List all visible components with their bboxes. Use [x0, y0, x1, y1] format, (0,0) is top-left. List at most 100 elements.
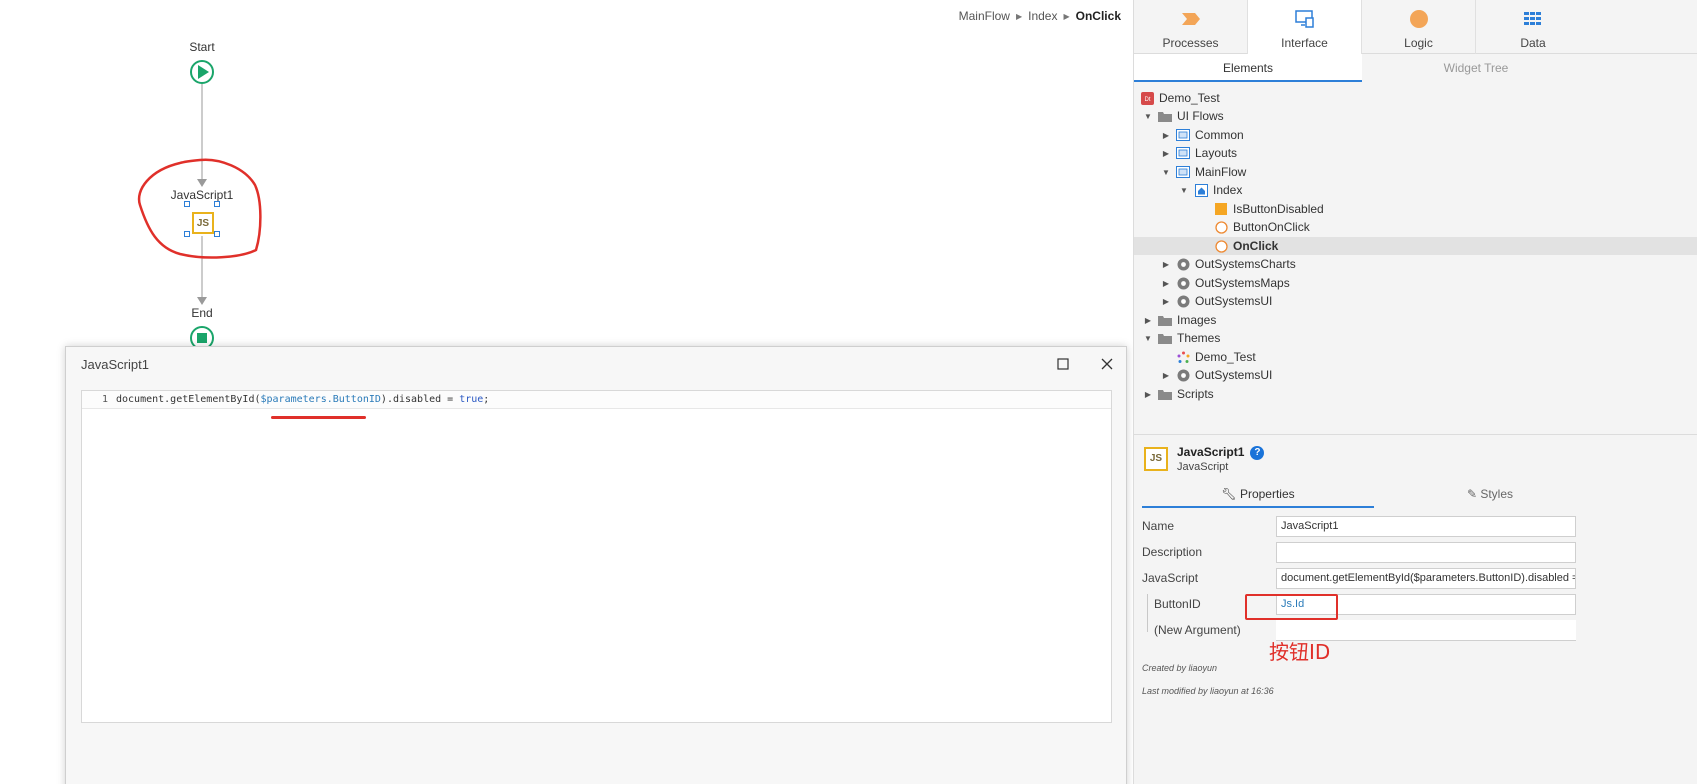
tab-label: Logic: [1404, 36, 1433, 50]
annotation-circle: [137, 158, 262, 259]
tree-item-label: Demo_Test: [1195, 350, 1256, 364]
tree-item-images[interactable]: ▶ Images: [1134, 311, 1697, 329]
caret-right-icon[interactable]: ▶: [1142, 390, 1154, 399]
caret-down-icon[interactable]: ▼: [1160, 168, 1172, 177]
tree-item-label: OutSystemsUI: [1195, 368, 1273, 382]
tree-item-label: OnClick: [1233, 239, 1279, 253]
tree-item-buttononclick[interactable]: ButtonOnClick: [1134, 218, 1697, 236]
tab-properties[interactable]: 🔧︎ Properties: [1142, 482, 1374, 508]
selection-handle[interactable]: [214, 231, 220, 237]
caret-right-icon[interactable]: ▶: [1160, 131, 1172, 140]
property-row-javascript: JavaScript document.getElementById($para…: [1142, 566, 1697, 590]
tab-label: Processes: [1162, 36, 1219, 50]
property-row-new-argument: (New Argument): [1142, 618, 1697, 642]
maximize-button[interactable]: [1052, 353, 1074, 375]
tree-item-common[interactable]: ▶ Common: [1134, 126, 1697, 144]
start-node-icon[interactable]: [190, 60, 214, 84]
tree-item-onclick[interactable]: OnClick: [1134, 237, 1697, 255]
theme-icon: [1176, 350, 1190, 364]
tree-item-label: OutSystemsMaps: [1195, 276, 1290, 290]
tree-item-label: Themes: [1177, 331, 1221, 345]
tree-item-label: OutSystemsUI: [1195, 294, 1273, 308]
tab-interface[interactable]: Interface: [1248, 0, 1362, 55]
caret-right-icon[interactable]: ▶: [1160, 297, 1172, 306]
tab-label: Interface: [1281, 36, 1328, 50]
tree-item-label: Common: [1195, 128, 1244, 142]
panel-divider: [1134, 434, 1697, 435]
tree-item-label: Layouts: [1195, 146, 1238, 160]
flow-canvas[interactable]: MainFlow ▶ Index ▶ OnClick Start JavaScr…: [0, 0, 1133, 784]
property-row-name: Name JavaScript1: [1142, 514, 1697, 538]
property-row-buttonid: ButtonID Js.Id: [1142, 592, 1697, 616]
annotation-text: 按钮ID: [1269, 640, 1331, 664]
tree-item-layouts[interactable]: ▶ Layouts: [1134, 144, 1697, 162]
property-label: Description: [1142, 545, 1203, 559]
modified-by-text: Last modified by liaoyun at 16:36: [1142, 686, 1274, 696]
code-line[interactable]: 1 document.getElementById($parameters.But…: [82, 391, 1111, 409]
folder-icon: [1158, 313, 1172, 327]
tree-item-ui-flows[interactable]: ▼ UI Flows: [1134, 107, 1697, 125]
tree-item-module[interactable]: Dt Demo_Test: [1134, 89, 1697, 107]
caret-right-icon[interactable]: ▶: [1142, 316, 1154, 325]
tree-item-outsystemsmaps[interactable]: ▶ OutSystemsMaps: [1134, 274, 1697, 292]
help-icon[interactable]: ?: [1250, 445, 1265, 460]
caret-right-icon[interactable]: ▶: [1160, 149, 1172, 158]
tree-item-themes[interactable]: ▼ Themes: [1134, 329, 1697, 347]
tab-logic[interactable]: Logic: [1362, 0, 1476, 54]
caret-right-icon[interactable]: ▶: [1160, 279, 1172, 288]
tree-item-theme-demo-test[interactable]: Demo_Test: [1134, 348, 1697, 366]
interface-icon: [1294, 8, 1316, 30]
tree-item-label: OutSystemsCharts: [1195, 257, 1296, 271]
tree-item-index[interactable]: ▼ Index: [1134, 181, 1697, 199]
connector-arrow-icon: [197, 297, 207, 305]
property-row-description: Description: [1142, 540, 1697, 564]
property-tabs: 🔧︎ Properties ✎ Styles: [1142, 482, 1697, 508]
javascript-node-icon[interactable]: JS: [192, 212, 214, 234]
folder-icon: [1158, 331, 1172, 345]
connector-arrow-icon: [197, 179, 207, 187]
tree-item-label: Index: [1213, 183, 1243, 197]
tree-item-scripts[interactable]: ▶ Scripts: [1134, 385, 1697, 403]
selection-handle[interactable]: [184, 201, 190, 207]
selected-element-header: JS JavaScript1? JavaScript: [1144, 445, 1265, 473]
dialog-title: JavaScript1: [81, 357, 149, 372]
wrench-icon: 🔧︎: [1221, 487, 1240, 501]
tree-item-label: MainFlow: [1195, 165, 1247, 179]
close-button[interactable]: [1096, 353, 1118, 375]
tree-item-label: Scripts: [1177, 387, 1214, 401]
tab-data[interactable]: Data: [1476, 0, 1590, 54]
element-type: JavaScript: [1177, 460, 1229, 473]
tree-item-mainflow[interactable]: ▼ MainFlow: [1134, 163, 1697, 181]
tab-widget-tree[interactable]: Widget Tree: [1362, 54, 1590, 82]
caret-right-icon[interactable]: ▶: [1160, 371, 1172, 380]
name-input[interactable]: JavaScript1: [1276, 516, 1576, 537]
tree-item-isbuttondisabled[interactable]: IsButtonDisabled: [1134, 200, 1697, 218]
created-by-text: Created by liaoyun: [1142, 663, 1218, 673]
start-node-label: Start: [189, 40, 215, 54]
code-text: document.getElementById(: [116, 394, 261, 405]
folder-icon: [1158, 387, 1172, 401]
caret-down-icon[interactable]: ▼: [1178, 186, 1190, 195]
tree-item-outsystemscharts[interactable]: ▶ OutSystemsCharts: [1134, 255, 1697, 273]
dependency-icon: [1176, 368, 1190, 382]
annotation-box: [1245, 594, 1338, 620]
tree-item-theme-outsystemsui[interactable]: ▶ OutSystemsUI: [1134, 366, 1697, 384]
description-input[interactable]: [1276, 542, 1576, 563]
selection-handle[interactable]: [184, 231, 190, 237]
caret-right-icon[interactable]: ▶: [1160, 260, 1172, 269]
tab-processes[interactable]: Processes: [1134, 0, 1248, 54]
tree-item-outsystemsui[interactable]: ▶ OutSystemsUI: [1134, 292, 1697, 310]
javascript-node-label: JavaScript1: [170, 188, 234, 202]
code-editor[interactable]: 1 document.getElementById($parameters.But…: [81, 390, 1112, 723]
caret-down-icon[interactable]: ▼: [1142, 112, 1154, 121]
javascript-input[interactable]: document.getElementById($parameters.Butt…: [1276, 568, 1576, 589]
flow-icon: [1176, 165, 1190, 179]
dependency-icon: [1176, 276, 1190, 290]
selection-handle[interactable]: [214, 201, 220, 207]
caret-down-icon[interactable]: ▼: [1142, 334, 1154, 343]
code-text: ).disabled =: [380, 394, 460, 405]
tab-elements[interactable]: Elements: [1134, 54, 1362, 82]
property-label: Name: [1142, 519, 1175, 533]
tab-styles[interactable]: ✎ Styles: [1374, 482, 1606, 508]
tree-item-label: Images: [1177, 313, 1217, 327]
